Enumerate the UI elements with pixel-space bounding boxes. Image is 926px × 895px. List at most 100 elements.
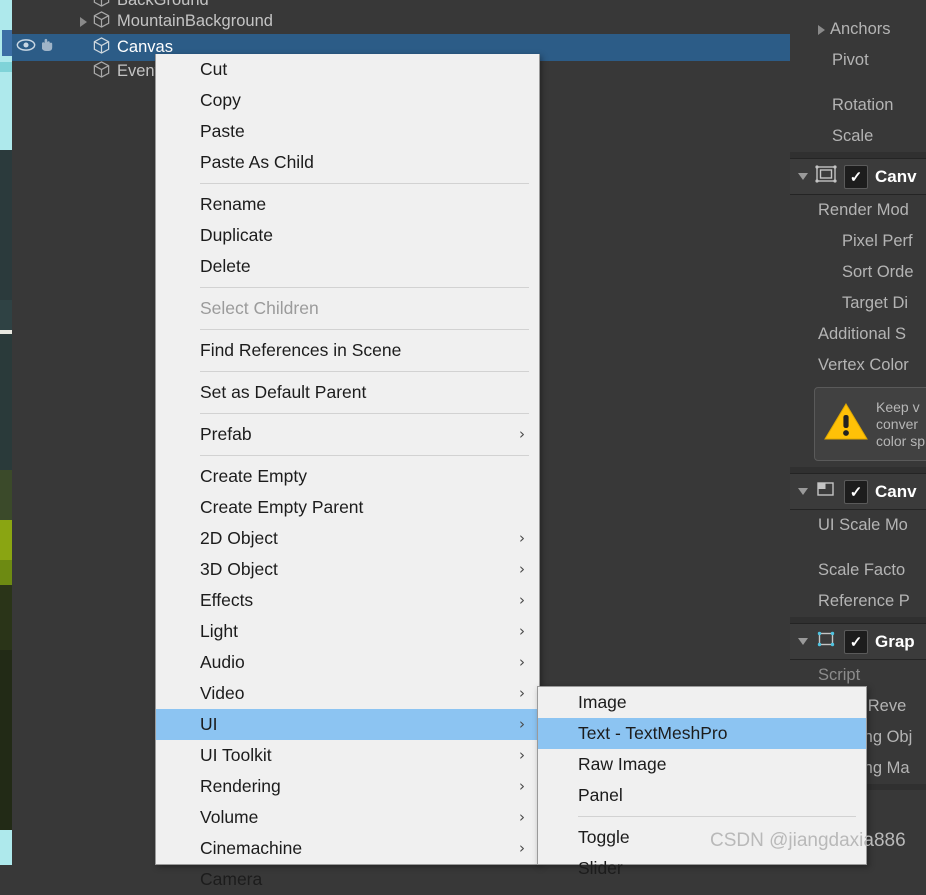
menu-item-duplicate[interactable]: Duplicate <box>156 220 539 251</box>
menu-item-rename[interactable]: Rename <box>156 189 539 220</box>
menu-separator <box>200 371 529 372</box>
submenu-item-raw-image[interactable]: Raw Image <box>538 749 866 780</box>
inspector-field-label: ing Ma <box>860 759 910 777</box>
inspector-field-scale[interactable]: Scale <box>790 121 926 152</box>
inspector-field-label: Rotation <box>832 96 894 114</box>
menu-item-rendering[interactable]: Rendering › <box>156 771 539 802</box>
canvas-scaler-icon <box>815 479 837 504</box>
menu-item-create-empty-parent[interactable]: Create Empty Parent <box>156 492 539 523</box>
menu-item-copy[interactable]: Copy <box>156 85 539 116</box>
menu-item-set-as-default-parent[interactable]: Set as Default Parent <box>156 377 539 408</box>
menu-item-label: Rename <box>200 194 267 214</box>
component-header-canvas-scaler[interactable]: ✓ Canv <box>790 473 926 510</box>
submenu-item-panel[interactable]: Panel <box>538 780 866 811</box>
chevron-down-icon[interactable] <box>798 638 808 645</box>
chevron-right-icon: › <box>519 529 525 547</box>
chevron-right-icon: › <box>519 777 525 795</box>
chevron-right-icon: › <box>519 715 525 733</box>
menu-item-volume[interactable]: Volume › <box>156 802 539 833</box>
submenu-item-toggle[interactable]: Toggle <box>538 822 866 853</box>
menu-separator <box>200 329 529 330</box>
submenu-item-text-textmeshpro[interactable]: Text - TextMeshPro <box>538 718 866 749</box>
inspector-field-pivot[interactable]: Pivot <box>790 45 926 76</box>
menu-item-camera[interactable]: Camera <box>156 864 539 895</box>
inspector-field-scale-factor[interactable]: Scale Facto <box>790 555 926 586</box>
inspector-field-label: Additional S <box>818 325 907 343</box>
chevron-right-icon[interactable] <box>818 24 825 35</box>
inspector-field-vertex-color[interactable]: Vertex Color <box>790 350 926 381</box>
menu-item-label: Toggle <box>578 827 630 847</box>
inspector-gap <box>790 541 926 555</box>
inspector-top-gap <box>790 0 926 14</box>
component-header-canvas[interactable]: ✓ Canv <box>790 158 926 195</box>
menu-item-label: Camera <box>200 869 263 889</box>
inspector-field-rotation[interactable]: Rotation <box>790 90 926 121</box>
inspector-field-additional-shader-channels[interactable]: Additional S <box>790 319 926 350</box>
chevron-down-icon[interactable] <box>798 488 808 495</box>
warning-line-1: Keep v <box>876 398 920 415</box>
hierarchy-item-label: MountainBackground <box>117 12 273 31</box>
menu-item-cinemachine[interactable]: Cinemachine › <box>156 833 539 864</box>
menu-item-label: Light <box>200 621 238 641</box>
menu-item-find-references-in-scene[interactable]: Find References in Scene <box>156 335 539 366</box>
inspector-field-label: Reference P <box>818 592 910 610</box>
menu-separator <box>200 183 529 184</box>
visibility-toggles[interactable] <box>12 34 56 61</box>
menu-item-audio[interactable]: Audio › <box>156 647 539 678</box>
inspector-field-sort-order[interactable]: Sort Orde <box>790 257 926 288</box>
menu-item-3d-object[interactable]: 3D Object › <box>156 554 539 585</box>
chevron-right-icon: › <box>519 839 525 857</box>
inspector-field-label: Pixel Perf <box>842 232 913 250</box>
menu-item-video[interactable]: Video › <box>156 678 539 709</box>
inspector-field-anchors[interactable]: Anchors <box>790 14 926 45</box>
gameobject-cube-icon <box>92 36 111 60</box>
scene-view-sliver[interactable] <box>0 0 12 865</box>
component-enabled-checkbox[interactable]: ✓ <box>844 479 868 504</box>
inspector-field-ui-scale-mode[interactable]: UI Scale Mo <box>790 510 926 541</box>
hierarchy-context-menu[interactable]: Cut Copy Paste Paste As Child Rename Dup… <box>155 54 540 889</box>
menu-item-label: Raw Image <box>578 754 667 774</box>
inspector-field-label: Scale <box>832 127 874 145</box>
inspector-field-label: Script <box>818 666 861 684</box>
menu-item-create-empty[interactable]: Create Empty <box>156 461 539 492</box>
chevron-down-icon[interactable] <box>798 173 808 180</box>
inspector-field-reference-pixels[interactable]: Reference P <box>790 586 926 617</box>
warning-line-2: conver <box>876 415 919 432</box>
menu-item-paste[interactable]: Paste <box>156 116 539 147</box>
visibility-toggles[interactable] <box>12 8 56 35</box>
menu-item-effects[interactable]: Effects › <box>156 585 539 616</box>
inspector-field-pixel-perfect[interactable]: Pixel Perf <box>790 226 926 257</box>
menu-item-2d-object[interactable]: 2D Object › <box>156 523 539 554</box>
canvas-warning-box: Keep v conver color sp <box>814 387 926 461</box>
inspector-field-target-display[interactable]: Target Di <box>790 288 926 319</box>
component-name-label: Grap <box>875 631 915 651</box>
menu-item-label: Image <box>578 692 627 712</box>
menu-item-label: Find References in Scene <box>200 340 402 360</box>
eye-icon[interactable] <box>16 37 36 58</box>
hand-icon[interactable] <box>39 37 57 58</box>
submenu-item-slider[interactable]: Slider <box>538 853 866 884</box>
menu-item-label: UI Toolkit <box>200 745 272 765</box>
chevron-right-icon[interactable] <box>80 16 87 27</box>
menu-item-ui[interactable]: UI › <box>156 709 539 740</box>
menu-item-label: 2D Object <box>200 528 278 548</box>
chevron-right-icon: › <box>519 684 525 702</box>
scene-gizmo-sliver <box>2 30 12 56</box>
visibility-toggles[interactable] <box>12 58 56 85</box>
submenu-item-image[interactable]: Image <box>538 687 866 718</box>
menu-item-cut[interactable]: Cut <box>156 54 539 85</box>
menu-item-delete[interactable]: Delete <box>156 251 539 282</box>
component-enabled-checkbox[interactable]: ✓ <box>844 629 868 654</box>
menu-item-label: Delete <box>200 256 251 276</box>
hierarchy-row-mountainbackground[interactable]: MountainBackground <box>12 8 790 35</box>
inspector-field-render-mode[interactable]: Render Mod <box>790 195 926 226</box>
component-enabled-checkbox[interactable]: ✓ <box>844 164 868 189</box>
menu-item-label: Panel <box>578 785 623 805</box>
component-header-graphic-raycaster[interactable]: ✓ Grap <box>790 623 926 660</box>
menu-item-light[interactable]: Light › <box>156 616 539 647</box>
menu-item-prefab[interactable]: Prefab › <box>156 419 539 450</box>
menu-item-paste-as-child[interactable]: Paste As Child <box>156 147 539 178</box>
chevron-right-icon: › <box>519 746 525 764</box>
menu-item-ui-toolkit[interactable]: UI Toolkit › <box>156 740 539 771</box>
ui-submenu[interactable]: Image Text - TextMeshPro Raw Image Panel… <box>537 686 867 878</box>
